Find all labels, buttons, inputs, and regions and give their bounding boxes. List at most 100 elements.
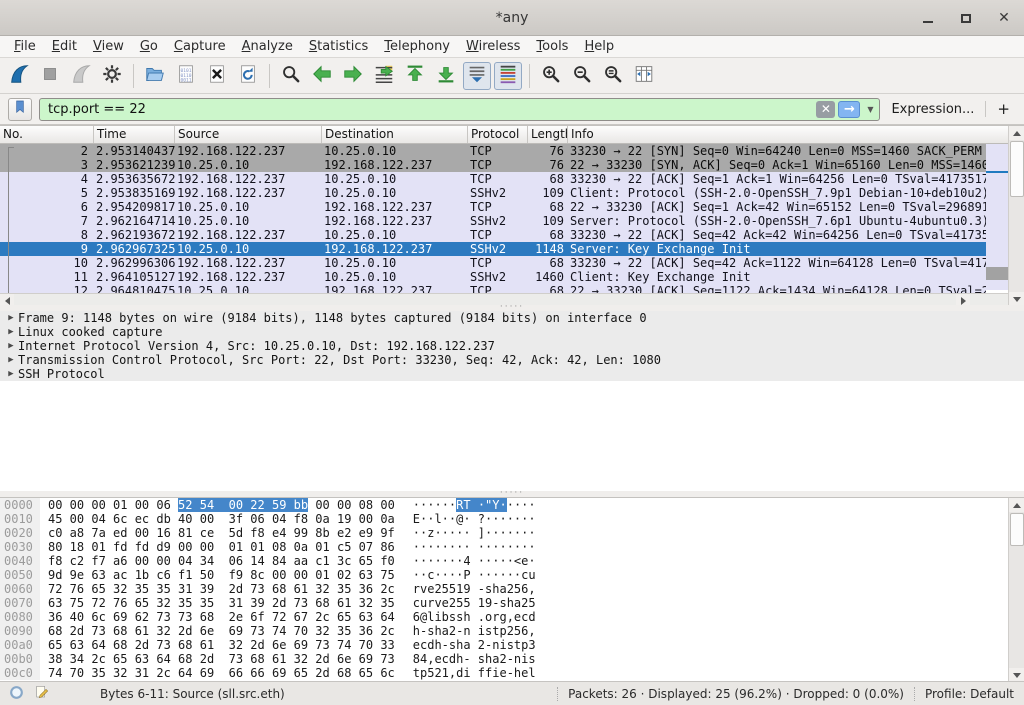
open-file-button[interactable]: [141, 62, 169, 90]
hex-row-0010[interactable]: 001045 00 04 6c ec db 40 00 3f 06 04 f8 …: [0, 512, 1024, 526]
expand-arrow-icon[interactable]: ▶: [0, 367, 14, 381]
display-filter-input[interactable]: [40, 99, 816, 120]
packet-row-3[interactable]: 32.95362123910.25.0.10192.168.122.237TCP…: [0, 158, 986, 172]
column-header-length[interactable]: Length: [528, 126, 568, 143]
scroll-down-button[interactable]: [1009, 292, 1024, 306]
reload-file-button[interactable]: [234, 62, 262, 90]
statusbar: Bytes 6-11: Source (sll.src.eth) Packets…: [0, 681, 1024, 705]
filter-clear-button[interactable]: ✕: [816, 101, 835, 118]
hex-row-0000[interactable]: 000000 00 00 01 00 06 52 54 00 22 59 bb …: [0, 498, 1024, 512]
menu-wireless[interactable]: Wireless: [458, 37, 528, 56]
colorize-toggle-button[interactable]: [494, 62, 522, 90]
detail-row-2[interactable]: ▶Internet Protocol Version 4, Src: 10.25…: [0, 339, 1024, 353]
menu-help[interactable]: Help: [576, 37, 622, 56]
column-header-no[interactable]: No.: [0, 126, 94, 143]
packet-row-9[interactable]: 92.96296732510.25.0.10192.168.122.237SSH…: [0, 242, 986, 256]
hex-offset: 0090: [0, 624, 40, 638]
packet-row-6[interactable]: 62.95420981710.25.0.10192.168.122.237TCP…: [0, 200, 986, 214]
capture-comment-button[interactable]: [32, 684, 52, 704]
hex-row-00c0[interactable]: 00c074 70 35 32 31 2c 64 69 66 66 69 65 …: [0, 666, 1024, 680]
stop-capture-button[interactable]: [36, 62, 64, 90]
expand-arrow-icon[interactable]: ▶: [0, 339, 14, 353]
hex-row-0050[interactable]: 00509d 9e 63 ac 1b c6 f1 50 f9 8c 00 00 …: [0, 568, 1024, 582]
go-to-packet-button[interactable]: [370, 62, 398, 90]
minimize-button[interactable]: [920, 10, 936, 26]
close-button[interactable]: ✕: [996, 10, 1012, 26]
column-header-info[interactable]: Info: [568, 126, 1008, 143]
go-first-packet-button[interactable]: [401, 62, 429, 90]
detail-row-0[interactable]: ▶Frame 9: 1148 bytes on wire (9184 bits)…: [0, 311, 1024, 325]
scroll-up-button[interactable]: [1009, 126, 1024, 140]
find-packet-button[interactable]: [277, 62, 305, 90]
filter-bookmark-button[interactable]: [8, 98, 32, 121]
status-separator: [914, 687, 915, 701]
menu-tools[interactable]: Tools: [528, 37, 576, 56]
hex-row-0090[interactable]: 009068 2d 73 68 61 32 2d 6e 69 73 74 70 …: [0, 624, 1024, 638]
menu-go[interactable]: Go: [132, 37, 166, 56]
intelligent-scrollbar-minimap[interactable]: [986, 144, 1008, 293]
save-file-button[interactable]: 010101100011: [172, 62, 200, 90]
hex-scroll-up-button[interactable]: [1009, 498, 1024, 512]
packet-row-8[interactable]: 82.962193672192.168.122.23710.25.0.10TCP…: [0, 228, 986, 242]
menu-edit[interactable]: Edit: [44, 37, 85, 56]
menu-view[interactable]: View: [85, 37, 132, 56]
packet-row-10[interactable]: 102.962996306192.168.122.23710.25.0.10TC…: [0, 256, 986, 270]
column-header-time[interactable]: Time: [94, 126, 175, 143]
go-back-button[interactable]: [308, 62, 336, 90]
hex-row-0020[interactable]: 0020c0 a8 7a ed 00 16 81 ce 5d f8 e4 99 …: [0, 526, 1024, 540]
menu-analyze[interactable]: Analyze: [234, 37, 301, 56]
go-forward-button[interactable]: [339, 62, 367, 90]
hex-vscroll-thumb[interactable]: [1010, 513, 1024, 546]
hex-row-0060[interactable]: 006072 76 65 32 35 35 31 39 2d 73 68 61 …: [0, 582, 1024, 596]
menu-capture[interactable]: Capture: [166, 37, 234, 56]
vscroll-thumb[interactable]: [1010, 141, 1024, 197]
menu-telephony[interactable]: Telephony: [376, 37, 458, 56]
add-filter-button[interactable]: +: [993, 100, 1016, 118]
detail-row-1[interactable]: ▶Linux cooked capture: [0, 325, 1024, 339]
zoom-in-button[interactable]: [537, 62, 565, 90]
menu-file[interactable]: File: [6, 37, 44, 56]
status-profile[interactable]: Profile: Default: [925, 687, 1014, 701]
expand-arrow-icon[interactable]: ▶: [0, 325, 14, 339]
zoom-reset-button[interactable]: [599, 62, 627, 90]
expand-arrow-icon[interactable]: ▶: [0, 353, 14, 367]
hex-row-0070[interactable]: 007063 75 72 76 65 32 35 35 31 39 2d 73 …: [0, 596, 1024, 610]
resize-columns-button[interactable]: [630, 62, 658, 90]
hex-row-00a0[interactable]: 00a065 63 64 68 2d 73 68 61 32 2d 6e 69 …: [0, 638, 1024, 652]
titlebar[interactable]: *any ✕: [0, 0, 1024, 36]
expression-button[interactable]: Expression...: [887, 102, 978, 117]
restart-capture-button[interactable]: [67, 62, 95, 90]
packet-row-12[interactable]: 122.96481047510.25.0.10192.168.122.237TC…: [0, 284, 986, 293]
zoom-out-button[interactable]: [568, 62, 596, 90]
hex-ascii: ········ ········: [395, 540, 536, 554]
detail-row-4[interactable]: ▶SSH Protocol: [0, 367, 1024, 381]
hex-row-0040[interactable]: 0040f8 c2 f7 a6 00 00 04 34 06 14 84 aa …: [0, 554, 1024, 568]
column-header-protocol[interactable]: Protocol: [468, 126, 528, 143]
start-capture-button[interactable]: [5, 62, 33, 90]
detail-row-3[interactable]: ▶Transmission Control Protocol, Src Port…: [0, 353, 1024, 367]
packet-row-2[interactable]: 22.953140437192.168.122.23710.25.0.10TCP…: [0, 144, 986, 158]
cell-dst: 192.168.122.237: [322, 214, 468, 228]
hex-row-00b0[interactable]: 00b038 34 2c 65 63 64 68 2d 73 68 61 32 …: [0, 652, 1024, 666]
filter-apply-button[interactable]: →: [838, 101, 860, 118]
packet-row-5[interactable]: 52.953835169192.168.122.23710.25.0.10SSH…: [0, 186, 986, 200]
expert-info-button[interactable]: [6, 684, 26, 704]
maximize-button[interactable]: [958, 10, 974, 26]
packet-row-4[interactable]: 42.953635672192.168.122.23710.25.0.10TCP…: [0, 172, 986, 186]
close-file-button[interactable]: [203, 62, 231, 90]
auto-scroll-toggle-button[interactable]: [463, 62, 491, 90]
hex-row-0030[interactable]: 003080 18 01 fd fd d9 00 00 01 01 08 0a …: [0, 540, 1024, 554]
column-header-destination[interactable]: Destination: [322, 126, 468, 143]
menu-statistics[interactable]: Statistics: [301, 37, 376, 56]
column-header-source[interactable]: Source: [175, 126, 322, 143]
capture-options-button[interactable]: [98, 62, 126, 90]
hex-bytes: 68 2d 73 68 61 32 2d 6e 69 73 74 70 32 3…: [40, 624, 395, 638]
go-last-packet-button[interactable]: [432, 62, 460, 90]
hex-row-0080[interactable]: 008036 40 6c 69 62 73 73 68 2e 6f 72 67 …: [0, 610, 1024, 624]
hex-scroll-down-button[interactable]: [1009, 668, 1024, 681]
filter-dropdown-caret[interactable]: ▼: [863, 105, 877, 114]
packet-row-11[interactable]: 112.964105127192.168.122.23710.25.0.10SS…: [0, 270, 986, 284]
hex-offset: 00a0: [0, 638, 40, 652]
packet-row-7[interactable]: 72.96216471410.25.0.10192.168.122.237SSH…: [0, 214, 986, 228]
expand-arrow-icon[interactable]: ▶: [0, 311, 14, 325]
